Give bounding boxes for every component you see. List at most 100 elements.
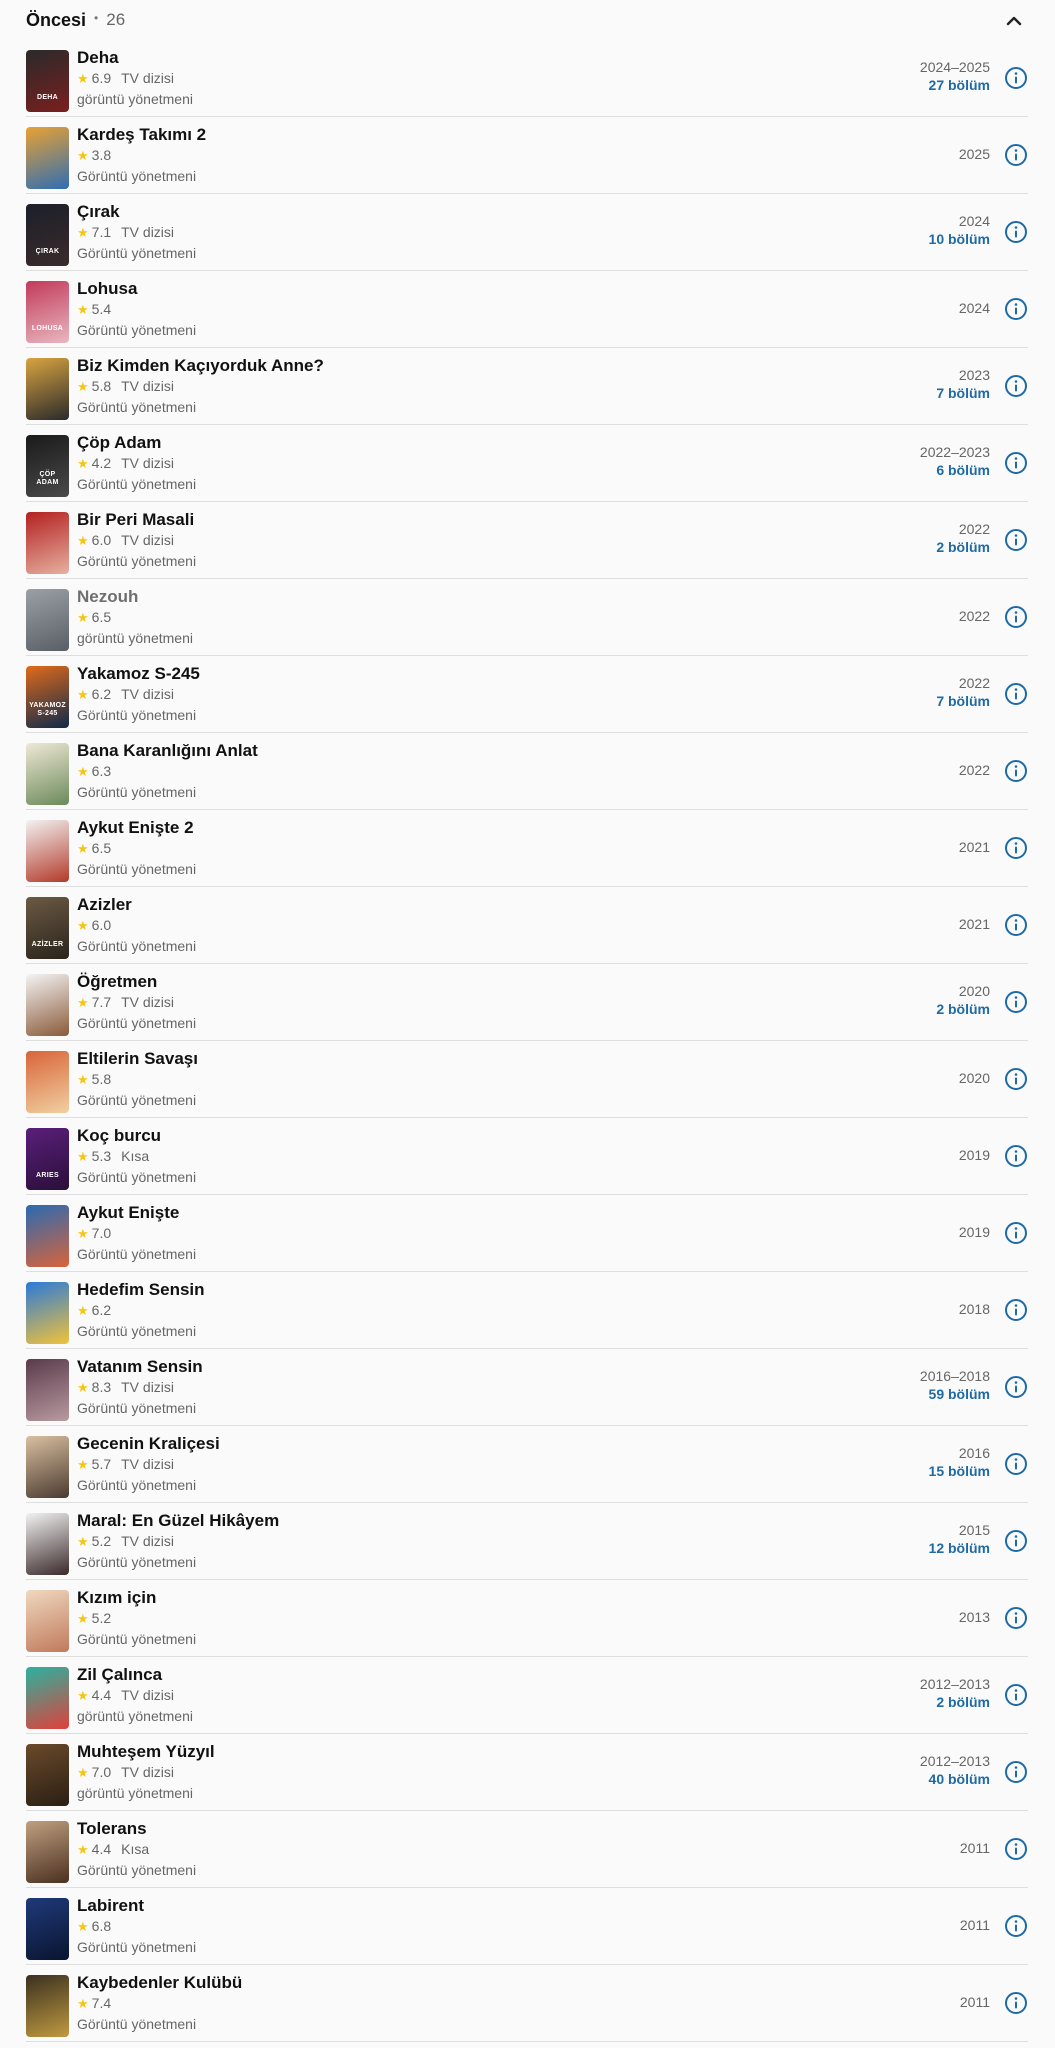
item-title[interactable]: Nezouh <box>77 586 193 607</box>
poster-image[interactable] <box>26 512 69 574</box>
list-item[interactable]: Bana Karanlığını Anlat ★ 6.3 Görüntü yöne… <box>26 733 1028 810</box>
chevron-up-icon[interactable] <box>1001 8 1027 34</box>
item-title[interactable]: Muhteşem Yüzyıl <box>77 1741 215 1762</box>
info-icon[interactable] <box>1004 1144 1028 1168</box>
list-item[interactable]: Labirent ★ 6.8 Görüntü yönetmeni 2011 <box>26 1888 1028 1965</box>
info-icon[interactable] <box>1004 1067 1028 1091</box>
item-title[interactable]: Aykut Enişte 2 <box>77 817 196 838</box>
poster-image[interactable] <box>26 1821 69 1883</box>
item-title[interactable]: Eltilerin Savaşı <box>77 1048 198 1069</box>
poster-image[interactable] <box>26 974 69 1036</box>
list-item[interactable]: Aykut Enişte 2 ★ 6.5 Görüntü yönetmeni 20… <box>26 810 1028 887</box>
info-icon[interactable] <box>1004 1606 1028 1630</box>
list-item[interactable]: Bir Peri Masali ★ 6.0 TV dizisi Görüntü yö… <box>26 502 1028 579</box>
item-title[interactable]: Azizler <box>77 894 196 915</box>
info-icon[interactable] <box>1004 1760 1028 1784</box>
poster-image[interactable]: AZİZLER <box>26 897 69 959</box>
info-icon[interactable] <box>1004 1914 1028 1938</box>
poster-image[interactable] <box>26 1436 69 1498</box>
list-item[interactable]: AZİZLER Azizler ★ 6.0 Görüntü yönetmeni 2… <box>26 887 1028 964</box>
item-title[interactable]: Kardeş Takımı 2 <box>77 124 206 145</box>
info-icon[interactable] <box>1004 1683 1028 1707</box>
info-icon[interactable] <box>1004 1375 1028 1399</box>
item-title[interactable]: Vatanım Sensin <box>77 1356 203 1377</box>
item-title[interactable]: Hedefim Sensin <box>77 1279 205 1300</box>
poster-image[interactable] <box>26 127 69 189</box>
poster-image[interactable] <box>26 1975 69 2037</box>
list-item[interactable]: LOHUSA Lohusa ★ 5.4 Görüntü yönetmeni 202… <box>26 271 1028 348</box>
poster-image[interactable]: ÇÖP ADAM <box>26 435 69 497</box>
list-item[interactable]: Zil Çalınca ★ 4.4 TV dizisi görüntü yönetm… <box>26 1657 1028 1734</box>
poster-image[interactable] <box>26 743 69 805</box>
item-title[interactable]: Çırak <box>77 201 196 222</box>
poster-image[interactable]: ARIES <box>26 1128 69 1190</box>
item-title[interactable]: Deha <box>77 47 193 68</box>
info-icon[interactable] <box>1004 1991 1028 2015</box>
info-icon[interactable] <box>1004 682 1028 706</box>
list-item[interactable]: Hedefim Sensin ★ 6.2 Görüntü yönetmeni 20… <box>26 1272 1028 1349</box>
item-title[interactable]: Tolerans <box>77 1818 196 1839</box>
info-icon[interactable] <box>1004 605 1028 629</box>
list-item[interactable]: Muhteşem Yüzyıl ★ 7.0 TV dizisi görüntü yö… <box>26 1734 1028 1811</box>
info-icon[interactable] <box>1004 374 1028 398</box>
list-item[interactable]: Kardeş Takımı 2 ★ 3.8 Görüntü yönetmeni 2… <box>26 117 1028 194</box>
item-title[interactable]: Labirent <box>77 1895 196 1916</box>
info-icon[interactable] <box>1004 143 1028 167</box>
item-title[interactable]: Yakamoz S-245 <box>77 663 200 684</box>
info-icon[interactable] <box>1004 1221 1028 1245</box>
list-item[interactable]: Kaybedenler Kulübü ★ 7.4 Görüntü yönetmen… <box>26 1965 1028 2042</box>
list-item[interactable]: Nezouh ★ 6.5 görüntü yönetmeni 2022 <box>26 579 1028 656</box>
item-title[interactable]: Aykut Enişte <box>77 1202 196 1223</box>
list-item[interactable]: Kızım için ★ 5.2 Görüntü yönetmeni 2013 <box>26 1580 1028 1657</box>
item-title[interactable]: Kaybedenler Kulübü <box>77 1972 242 1993</box>
info-icon[interactable] <box>1004 66 1028 90</box>
poster-image[interactable] <box>26 1282 69 1344</box>
info-icon[interactable] <box>1004 528 1028 552</box>
poster-image[interactable] <box>26 1051 69 1113</box>
info-icon[interactable] <box>1004 1452 1028 1476</box>
poster-image[interactable] <box>26 1513 69 1575</box>
poster-image[interactable] <box>26 358 69 420</box>
item-title[interactable]: Maral: En Güzel Hikâyem <box>77 1510 279 1531</box>
poster-image[interactable] <box>26 1667 69 1729</box>
info-icon[interactable] <box>1004 836 1028 860</box>
item-title[interactable]: Lohusa <box>77 278 196 299</box>
item-title[interactable]: Bana Karanlığını Anlat <box>77 740 258 761</box>
item-title[interactable]: Kızım için <box>77 1587 196 1608</box>
poster-image[interactable] <box>26 1205 69 1267</box>
item-title[interactable]: Gecenin Kraliçesi <box>77 1433 220 1454</box>
poster-image[interactable] <box>26 1744 69 1806</box>
info-icon[interactable] <box>1004 759 1028 783</box>
poster-image[interactable]: YAKAMOZ S-245 <box>26 666 69 728</box>
poster-image[interactable] <box>26 1898 69 1960</box>
info-icon[interactable] <box>1004 220 1028 244</box>
poster-image[interactable]: DEHA <box>26 50 69 112</box>
item-title[interactable]: Biz Kimden Kaçıyorduk Anne? <box>77 355 324 376</box>
list-item[interactable]: ÇIRAK Çırak ★ 7.1 TV dizisi Görüntü yönetm… <box>26 194 1028 271</box>
section-header[interactable]: Öncesi • 26 <box>0 0 1055 40</box>
poster-image[interactable]: LOHUSA <box>26 281 69 343</box>
list-item[interactable]: YAKAMOZ S-245 Yakamoz S-245 ★ 6.2 TV dizis… <box>26 656 1028 733</box>
list-item[interactable]: Tolerans ★ 4.4 Kısa Görüntü yönetmeni 2011 <box>26 1811 1028 1888</box>
poster-image[interactable] <box>26 589 69 651</box>
list-item[interactable]: ARIES Koç burcu ★ 5.3 Kısa Görüntü yönetme… <box>26 1118 1028 1195</box>
poster-image[interactable]: ÇIRAK <box>26 204 69 266</box>
item-title[interactable]: Koç burcu <box>77 1125 196 1146</box>
list-item[interactable]: ÇÖP ADAM Çöp Adam ★ 4.2 TV dizisi Görüntü … <box>26 425 1028 502</box>
poster-image[interactable] <box>26 820 69 882</box>
info-icon[interactable] <box>1004 451 1028 475</box>
list-item[interactable]: Maral: En Güzel Hikâyem ★ 5.2 TV dizisi Gö… <box>26 1503 1028 1580</box>
item-title[interactable]: Çöp Adam <box>77 432 196 453</box>
info-icon[interactable] <box>1004 297 1028 321</box>
list-item[interactable]: Eltilerin Savaşı ★ 5.8 Görüntü yönetmeni … <box>26 1041 1028 1118</box>
list-item[interactable]: Öğretmen ★ 7.7 TV dizisi Görüntü yönetmeni… <box>26 964 1028 1041</box>
info-icon[interactable] <box>1004 1529 1028 1553</box>
poster-image[interactable] <box>26 1590 69 1652</box>
poster-image[interactable] <box>26 1359 69 1421</box>
info-icon[interactable] <box>1004 913 1028 937</box>
info-icon[interactable] <box>1004 1298 1028 1322</box>
list-item[interactable]: Biz Kimden Kaçıyorduk Anne? ★ 5.8 TV dizis… <box>26 348 1028 425</box>
list-item[interactable]: Aykut Enişte ★ 7.0 Görüntü yönetmeni 2019 <box>26 1195 1028 1272</box>
item-title[interactable]: Öğretmen <box>77 971 196 992</box>
item-title[interactable]: Zil Çalınca <box>77 1664 193 1685</box>
